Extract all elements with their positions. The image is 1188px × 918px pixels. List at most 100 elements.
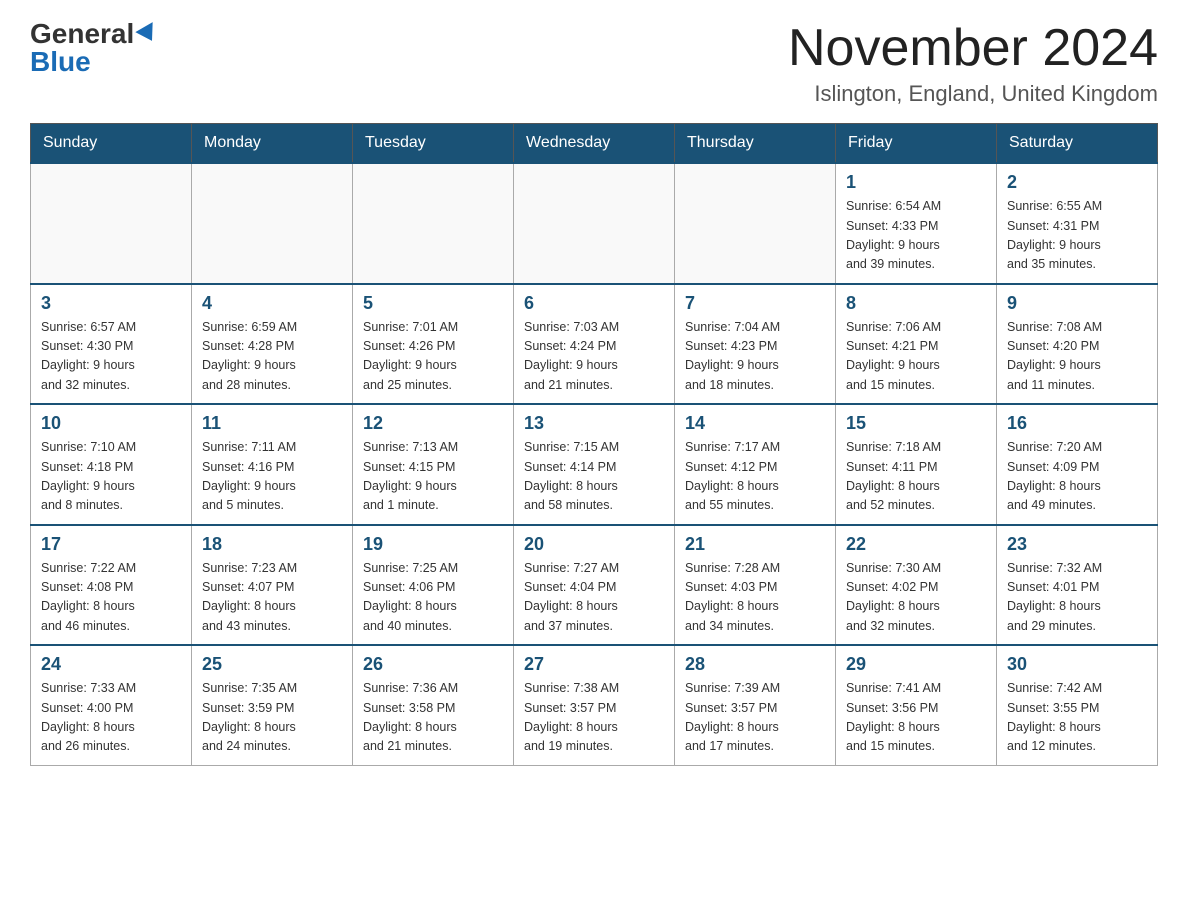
logo-triangle-icon: [136, 22, 161, 46]
calendar-cell: 26 Sunrise: 7:36 AMSunset: 3:58 PMDayligh…: [353, 645, 514, 765]
day-number: 28: [685, 654, 825, 675]
calendar-cell: 29Sunrise: 7:41 AMSunset: 3:56 PMDayligh…: [836, 645, 997, 765]
title-area: November 2024 Islington, England, United…: [788, 20, 1158, 107]
calendar-cell: [514, 163, 675, 284]
day-number: 27: [524, 654, 664, 675]
calendar-cell: 23 Sunrise: 7:32 AMSunset: 4:01 PMDayligh…: [997, 525, 1158, 646]
day-number: 17: [41, 534, 181, 555]
calendar-cell: 25Sunrise: 7:35 AMSunset: 3:59 PMDayligh…: [192, 645, 353, 765]
calendar-cell: [675, 163, 836, 284]
calendar-cell: 7 Sunrise: 7:04 AMSunset: 4:23 PMDaylight…: [675, 284, 836, 405]
day-number: 4: [202, 293, 342, 314]
day-number: 25: [202, 654, 342, 675]
day-number: 7: [685, 293, 825, 314]
day-info: Sunrise: 7:04 AMSunset: 4:23 PMDaylight:…: [685, 318, 825, 396]
day-number: 29: [846, 654, 986, 675]
week-row-4: 17Sunrise: 7:22 AMSunset: 4:08 PMDayligh…: [31, 525, 1158, 646]
day-info: Sunrise: 6:57 AMSunset: 4:30 PMDaylight:…: [41, 318, 181, 396]
day-info: Sunrise: 7:36 AMSunset: 3:58 PMDaylight:…: [363, 679, 503, 757]
week-row-1: 1Sunrise: 6:54 AMSunset: 4:33 PMDaylight…: [31, 163, 1158, 284]
day-number: 1: [846, 172, 986, 193]
calendar-cell: 9Sunrise: 7:08 AMSunset: 4:20 PMDaylight…: [997, 284, 1158, 405]
day-info: Sunrise: 7:11 AMSunset: 4:16 PMDaylight:…: [202, 438, 342, 516]
day-info: Sunrise: 7:15 AMSunset: 4:14 PMDaylight:…: [524, 438, 664, 516]
calendar-cell: 8 Sunrise: 7:06 AMSunset: 4:21 PMDaylight…: [836, 284, 997, 405]
calendar-cell: 16Sunrise: 7:20 AMSunset: 4:09 PMDayligh…: [997, 404, 1158, 525]
calendar-cell: 27 Sunrise: 7:38 AMSunset: 3:57 PMDayligh…: [514, 645, 675, 765]
calendar-cell: 12Sunrise: 7:13 AMSunset: 4:15 PMDayligh…: [353, 404, 514, 525]
day-info: Sunrise: 7:06 AMSunset: 4:21 PMDaylight:…: [846, 318, 986, 396]
day-number: 21: [685, 534, 825, 555]
day-info: Sunrise: 7:28 AMSunset: 4:03 PMDaylight:…: [685, 559, 825, 637]
calendar-cell: 4 Sunrise: 6:59 AMSunset: 4:28 PMDaylight…: [192, 284, 353, 405]
day-number: 5: [363, 293, 503, 314]
calendar-cell: 13 Sunrise: 7:15 AMSunset: 4:14 PMDayligh…: [514, 404, 675, 525]
day-number: 8: [846, 293, 986, 314]
calendar-cell: 15 Sunrise: 7:18 AMSunset: 4:11 PMDayligh…: [836, 404, 997, 525]
calendar-cell: 3 Sunrise: 6:57 AMSunset: 4:30 PMDaylight…: [31, 284, 192, 405]
calendar-cell: 10 Sunrise: 7:10 AMSunset: 4:18 PMDayligh…: [31, 404, 192, 525]
weekday-header-monday: Monday: [192, 124, 353, 164]
day-info: Sunrise: 7:18 AMSunset: 4:11 PMDaylight:…: [846, 438, 986, 516]
day-info: Sunrise: 7:30 AMSunset: 4:02 PMDaylight:…: [846, 559, 986, 637]
day-info: Sunrise: 7:38 AMSunset: 3:57 PMDaylight:…: [524, 679, 664, 757]
day-number: 26: [363, 654, 503, 675]
day-info: Sunrise: 7:23 AMSunset: 4:07 PMDaylight:…: [202, 559, 342, 637]
day-number: 16: [1007, 413, 1147, 434]
calendar-cell: 20 Sunrise: 7:27 AMSunset: 4:04 PMDayligh…: [514, 525, 675, 646]
day-info: Sunrise: 7:08 AMSunset: 4:20 PMDaylight:…: [1007, 318, 1147, 396]
calendar-cell: 22 Sunrise: 7:30 AMSunset: 4:02 PMDayligh…: [836, 525, 997, 646]
calendar-cell: 11 Sunrise: 7:11 AMSunset: 4:16 PMDayligh…: [192, 404, 353, 525]
day-number: 13: [524, 413, 664, 434]
weekday-header-row: SundayMondayTuesdayWednesdayThursdayFrid…: [31, 124, 1158, 164]
day-info: Sunrise: 7:10 AMSunset: 4:18 PMDaylight:…: [41, 438, 181, 516]
logo: General Blue: [30, 20, 158, 76]
calendar-cell: 5 Sunrise: 7:01 AMSunset: 4:26 PMDaylight…: [353, 284, 514, 405]
day-number: 6: [524, 293, 664, 314]
day-info: Sunrise: 7:39 AMSunset: 3:57 PMDaylight:…: [685, 679, 825, 757]
week-row-5: 24Sunrise: 7:33 AMSunset: 4:00 PMDayligh…: [31, 645, 1158, 765]
calendar-cell: 17Sunrise: 7:22 AMSunset: 4:08 PMDayligh…: [31, 525, 192, 646]
location-title: Islington, England, United Kingdom: [788, 81, 1158, 107]
calendar-cell: 14Sunrise: 7:17 AMSunset: 4:12 PMDayligh…: [675, 404, 836, 525]
calendar-cell: 2 Sunrise: 6:55 AMSunset: 4:31 PMDaylight…: [997, 163, 1158, 284]
day-info: Sunrise: 7:25 AMSunset: 4:06 PMDaylight:…: [363, 559, 503, 637]
day-number: 10: [41, 413, 181, 434]
calendar-cell: 1Sunrise: 6:54 AMSunset: 4:33 PMDaylight…: [836, 163, 997, 284]
weekday-header-thursday: Thursday: [675, 124, 836, 164]
day-number: 11: [202, 413, 342, 434]
week-row-2: 3 Sunrise: 6:57 AMSunset: 4:30 PMDaylight…: [31, 284, 1158, 405]
calendar-cell: [353, 163, 514, 284]
weekday-header-sunday: Sunday: [31, 124, 192, 164]
calendar-cell: 18 Sunrise: 7:23 AMSunset: 4:07 PMDayligh…: [192, 525, 353, 646]
day-number: 15: [846, 413, 986, 434]
month-title: November 2024: [788, 20, 1158, 77]
calendar-cell: 19 Sunrise: 7:25 AMSunset: 4:06 PMDayligh…: [353, 525, 514, 646]
day-info: Sunrise: 7:01 AMSunset: 4:26 PMDaylight:…: [363, 318, 503, 396]
weekday-header-wednesday: Wednesday: [514, 124, 675, 164]
logo-blue-text: Blue: [30, 48, 91, 76]
day-number: 14: [685, 413, 825, 434]
day-info: Sunrise: 6:59 AMSunset: 4:28 PMDaylight:…: [202, 318, 342, 396]
day-info: Sunrise: 7:27 AMSunset: 4:04 PMDaylight:…: [524, 559, 664, 637]
day-info: Sunrise: 7:32 AMSunset: 4:01 PMDaylight:…: [1007, 559, 1147, 637]
logo-general-text: General: [30, 20, 134, 48]
day-number: 3: [41, 293, 181, 314]
calendar-cell: 30Sunrise: 7:42 AMSunset: 3:55 PMDayligh…: [997, 645, 1158, 765]
day-number: 18: [202, 534, 342, 555]
day-info: Sunrise: 6:55 AMSunset: 4:31 PMDaylight:…: [1007, 197, 1147, 275]
day-number: 19: [363, 534, 503, 555]
weekday-header-tuesday: Tuesday: [353, 124, 514, 164]
day-number: 20: [524, 534, 664, 555]
day-number: 23: [1007, 534, 1147, 555]
day-number: 2: [1007, 172, 1147, 193]
calendar-cell: 28 Sunrise: 7:39 AMSunset: 3:57 PMDayligh…: [675, 645, 836, 765]
day-number: 22: [846, 534, 986, 555]
week-row-3: 10 Sunrise: 7:10 AMSunset: 4:18 PMDayligh…: [31, 404, 1158, 525]
day-number: 30: [1007, 654, 1147, 675]
calendar-cell: [31, 163, 192, 284]
calendar-cell: 21 Sunrise: 7:28 AMSunset: 4:03 PMDayligh…: [675, 525, 836, 646]
day-info: Sunrise: 7:03 AMSunset: 4:24 PMDaylight:…: [524, 318, 664, 396]
day-number: 24: [41, 654, 181, 675]
calendar-cell: [192, 163, 353, 284]
